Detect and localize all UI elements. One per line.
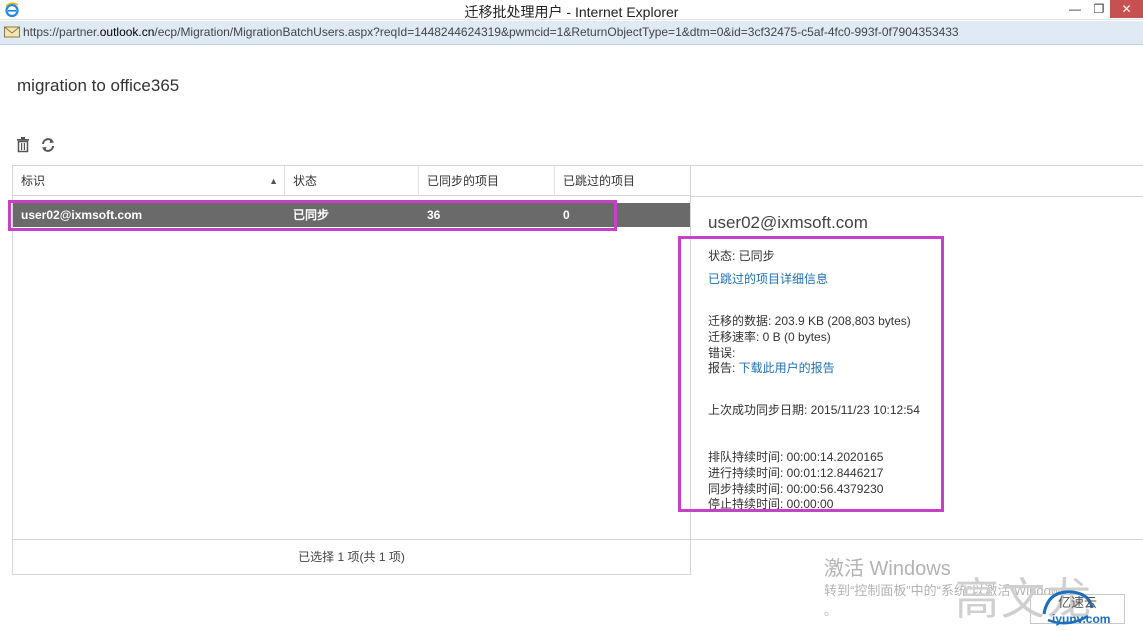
minimize-button[interactable]: — xyxy=(1062,0,1088,18)
close-window-button[interactable]: ✕ xyxy=(1110,0,1143,18)
detail-stopped-duration: 停止持续时间: 00:00:00 xyxy=(708,497,834,511)
detail-migration-rate: 迁移速率: 0 B (0 bytes) xyxy=(708,330,831,344)
address-url[interactable]: https://partner.outlook.cn/ecp/Migration… xyxy=(23,25,959,39)
download-report-link[interactable]: 下载此用户的报告 xyxy=(739,361,835,375)
users-list-panel: 标识 ▲ 状态 已同步的项目 已跳过的项目 user02@ixmsoft.com… xyxy=(12,165,691,575)
cell-status: 已同步 xyxy=(293,208,330,222)
page-title: migration to office365 xyxy=(17,76,180,95)
column-label: 标识 xyxy=(21,174,46,188)
detail-last-sync: 上次成功同步日期: 2015/11/23 10:12:54 xyxy=(708,403,920,417)
detail-migrated-data: 迁移的数据: 203.9 KB (208,803 bytes) xyxy=(708,314,911,328)
cell-skipped-items: 0 xyxy=(563,208,570,222)
column-header-synced-items[interactable]: 已同步的项目 xyxy=(419,166,555,196)
detail-queued-duration: 排队持续时间: 00:00:14.2020165 xyxy=(708,450,884,464)
window-title: 迁移批处理用户 - Internet Explorer xyxy=(464,4,679,20)
url-path: /ecp/Migration/MigrationBatchUsers.aspx?… xyxy=(154,25,959,39)
watermark-site-name: 亿速云 xyxy=(1058,595,1098,610)
activate-windows-dot: 。 xyxy=(824,603,838,618)
detail-report: 报告: 下载此用户的报告 xyxy=(708,359,835,376)
detail-status: 状态: 已同步 xyxy=(708,249,775,263)
column-header-identity[interactable]: 标识 ▲ xyxy=(13,166,285,196)
column-header-skipped-items[interactable]: 已跳过的项目 xyxy=(555,166,690,196)
url-prefix: https://partner. xyxy=(23,25,100,39)
table-row[interactable]: user02@ixmsoft.com 已同步 36 0 xyxy=(13,203,690,227)
maximize-button[interactable]: ❐ xyxy=(1086,0,1112,18)
divider xyxy=(691,196,1143,197)
report-label: 报告: xyxy=(708,361,739,375)
detail-in-progress-duration: 进行持续时间: 00:01:12.8446217 xyxy=(708,466,884,480)
column-header-status[interactable]: 状态 xyxy=(285,166,419,196)
watermark-site-url: iyunv.com xyxy=(1052,612,1111,626)
url-host: outlook.cn xyxy=(99,25,155,39)
sort-ascending-icon: ▲ xyxy=(269,176,278,186)
cell-identity: user02@ixmsoft.com xyxy=(21,208,143,222)
list-header: 标识 ▲ 状态 已同步的项目 已跳过的项目 xyxy=(13,166,690,196)
skipped-items-details-link[interactable]: 已跳过的项目详细信息 xyxy=(708,270,828,287)
divider xyxy=(691,539,1143,540)
detail-user-title: user02@ixmsoft.com xyxy=(708,213,868,232)
window-title-bar: 迁移批处理用户 - Internet Explorer — ❐ ✕ xyxy=(0,0,1143,20)
trash-icon[interactable] xyxy=(15,136,31,154)
page-envelope-icon xyxy=(4,26,20,38)
activate-windows-title: 激活 Windows xyxy=(824,558,951,580)
selection-count: 已选择 1 项(共 1 项) xyxy=(13,539,690,574)
refresh-icon[interactable] xyxy=(40,136,56,154)
cell-synced-items: 36 xyxy=(427,208,441,222)
address-bar[interactable]: https://partner.outlook.cn/ecp/Migration… xyxy=(0,21,1143,45)
